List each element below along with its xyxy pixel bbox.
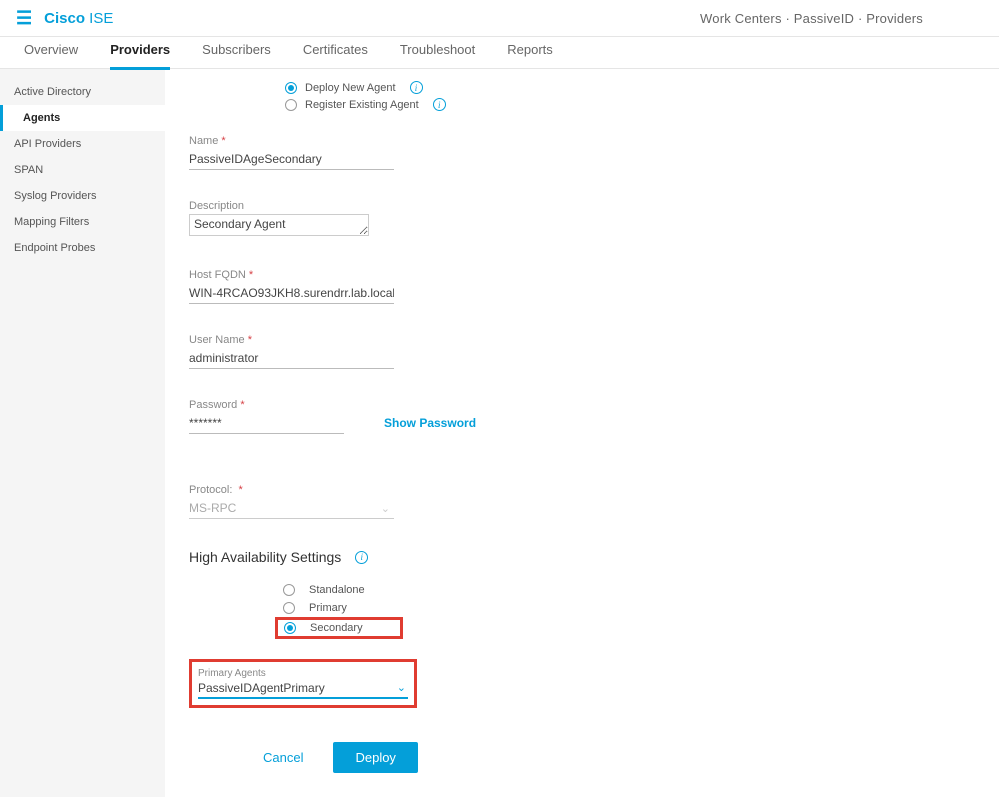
content: Deploy New Agent i Register Existing Age… <box>165 69 999 797</box>
tab-reports[interactable]: Reports <box>507 37 553 69</box>
sidebar-item-span[interactable]: SPAN <box>0 157 165 183</box>
tab-troubleshoot[interactable]: Troubleshoot <box>400 37 475 69</box>
radio-label: Standalone <box>309 584 365 596</box>
chevron-down-icon: ⌄ <box>397 681 406 694</box>
field-username: User Name * <box>189 334 394 369</box>
sidebar-item-endpoint-probes[interactable]: Endpoint Probes <box>0 235 165 261</box>
form: Name * Description Host FQDN * User Name… <box>189 135 975 519</box>
highlight-primary-agents: Primary Agents PassiveIDAgentPrimary ⌄ <box>189 659 417 708</box>
radio-register-existing[interactable]: Register Existing Agent i <box>285 98 975 111</box>
info-icon[interactable]: i <box>410 81 423 94</box>
ha-radio-group: Standalone Primary Secondary <box>275 581 975 639</box>
sidebar-item-api-providers[interactable]: API Providers <box>0 131 165 157</box>
primary-agents-select[interactable]: PassiveIDAgentPrimary ⌄ <box>198 679 408 699</box>
sidebar-item-mapping-filters[interactable]: Mapping Filters <box>0 209 165 235</box>
primary-agents-label: Primary Agents <box>198 668 408 679</box>
radio-dot-icon <box>283 602 295 614</box>
username-input[interactable] <box>189 348 394 369</box>
radio-deploy-new[interactable]: Deploy New Agent i <box>285 81 975 94</box>
sidebar-item-active-directory[interactable]: Active Directory <box>0 79 165 105</box>
field-password: Password * <box>189 399 344 434</box>
sidebar: Active Directory Agents API Providers SP… <box>0 69 165 797</box>
password-input[interactable] <box>189 413 344 434</box>
highlight-secondary: Secondary <box>275 617 403 639</box>
radio-label: Deploy New Agent <box>305 82 396 94</box>
field-label: User Name * <box>189 334 394 346</box>
tab-subscribers[interactable]: Subscribers <box>202 37 271 69</box>
tab-certificates[interactable]: Certificates <box>303 37 368 69</box>
field-host-fqdn: Host FQDN * <box>189 269 394 304</box>
primary-agents-value: PassiveIDAgentPrimary <box>198 681 325 695</box>
field-password-row: Password * Show Password <box>189 399 975 434</box>
cancel-button[interactable]: Cancel <box>263 750 303 765</box>
footer-actions: Cancel Deploy <box>263 742 975 773</box>
protocol-select[interactable]: MS-RPC ⌄ <box>189 498 394 519</box>
chevron-down-icon: ⌄ <box>381 502 390 515</box>
name-input[interactable] <box>189 149 394 170</box>
menu-icon[interactable]: ☰ <box>16 8 32 29</box>
sidebar-item-agents[interactable]: Agents <box>0 105 165 131</box>
brand-cisco: Cisco <box>44 10 85 27</box>
field-label: Host FQDN * <box>189 269 394 281</box>
tab-overview[interactable]: Overview <box>24 37 78 69</box>
radio-standalone[interactable]: Standalone <box>275 581 975 599</box>
radio-dot-icon <box>283 584 295 596</box>
radio-label: Secondary <box>310 622 363 634</box>
host-fqdn-input[interactable] <box>189 283 394 304</box>
field-name: Name * <box>189 135 394 170</box>
field-protocol: Protocol: * MS-RPC ⌄ <box>189 484 394 519</box>
description-textarea[interactable] <box>189 214 369 236</box>
show-password-link[interactable]: Show Password <box>384 416 476 430</box>
deploy-button[interactable]: Deploy <box>333 742 417 773</box>
info-icon[interactable]: i <box>355 551 368 564</box>
radio-secondary[interactable]: Secondary <box>284 622 363 634</box>
info-icon[interactable]: i <box>433 98 446 111</box>
body: Active Directory Agents API Providers SP… <box>0 69 999 797</box>
field-description: Description <box>189 200 394 239</box>
brand-ise: ISE <box>85 10 113 27</box>
radio-label: Primary <box>309 602 347 614</box>
radio-dot-icon <box>285 82 297 94</box>
ha-settings-header: High Availability Settings i <box>189 549 975 565</box>
field-label: Protocol: * <box>189 484 394 496</box>
breadcrumb: Work Centers · PassiveID · Providers <box>700 11 923 26</box>
tab-bar: Overview Providers Subscribers Certifica… <box>0 37 999 69</box>
field-label: Description <box>189 200 394 212</box>
protocol-value: MS-RPC <box>189 501 236 515</box>
radio-primary[interactable]: Primary <box>275 599 975 617</box>
radio-dot-icon <box>284 622 296 634</box>
top-header: ☰ Cisco ISE Work Centers · PassiveID · P… <box>0 0 999 37</box>
ha-title: High Availability Settings <box>189 549 341 565</box>
radio-label: Register Existing Agent <box>305 99 419 111</box>
brand: Cisco ISE <box>44 10 113 27</box>
field-label: Password * <box>189 399 344 411</box>
sidebar-item-syslog-providers[interactable]: Syslog Providers <box>0 183 165 209</box>
radio-dot-icon <box>285 99 297 111</box>
field-label: Name * <box>189 135 394 147</box>
tab-providers[interactable]: Providers <box>110 37 170 69</box>
